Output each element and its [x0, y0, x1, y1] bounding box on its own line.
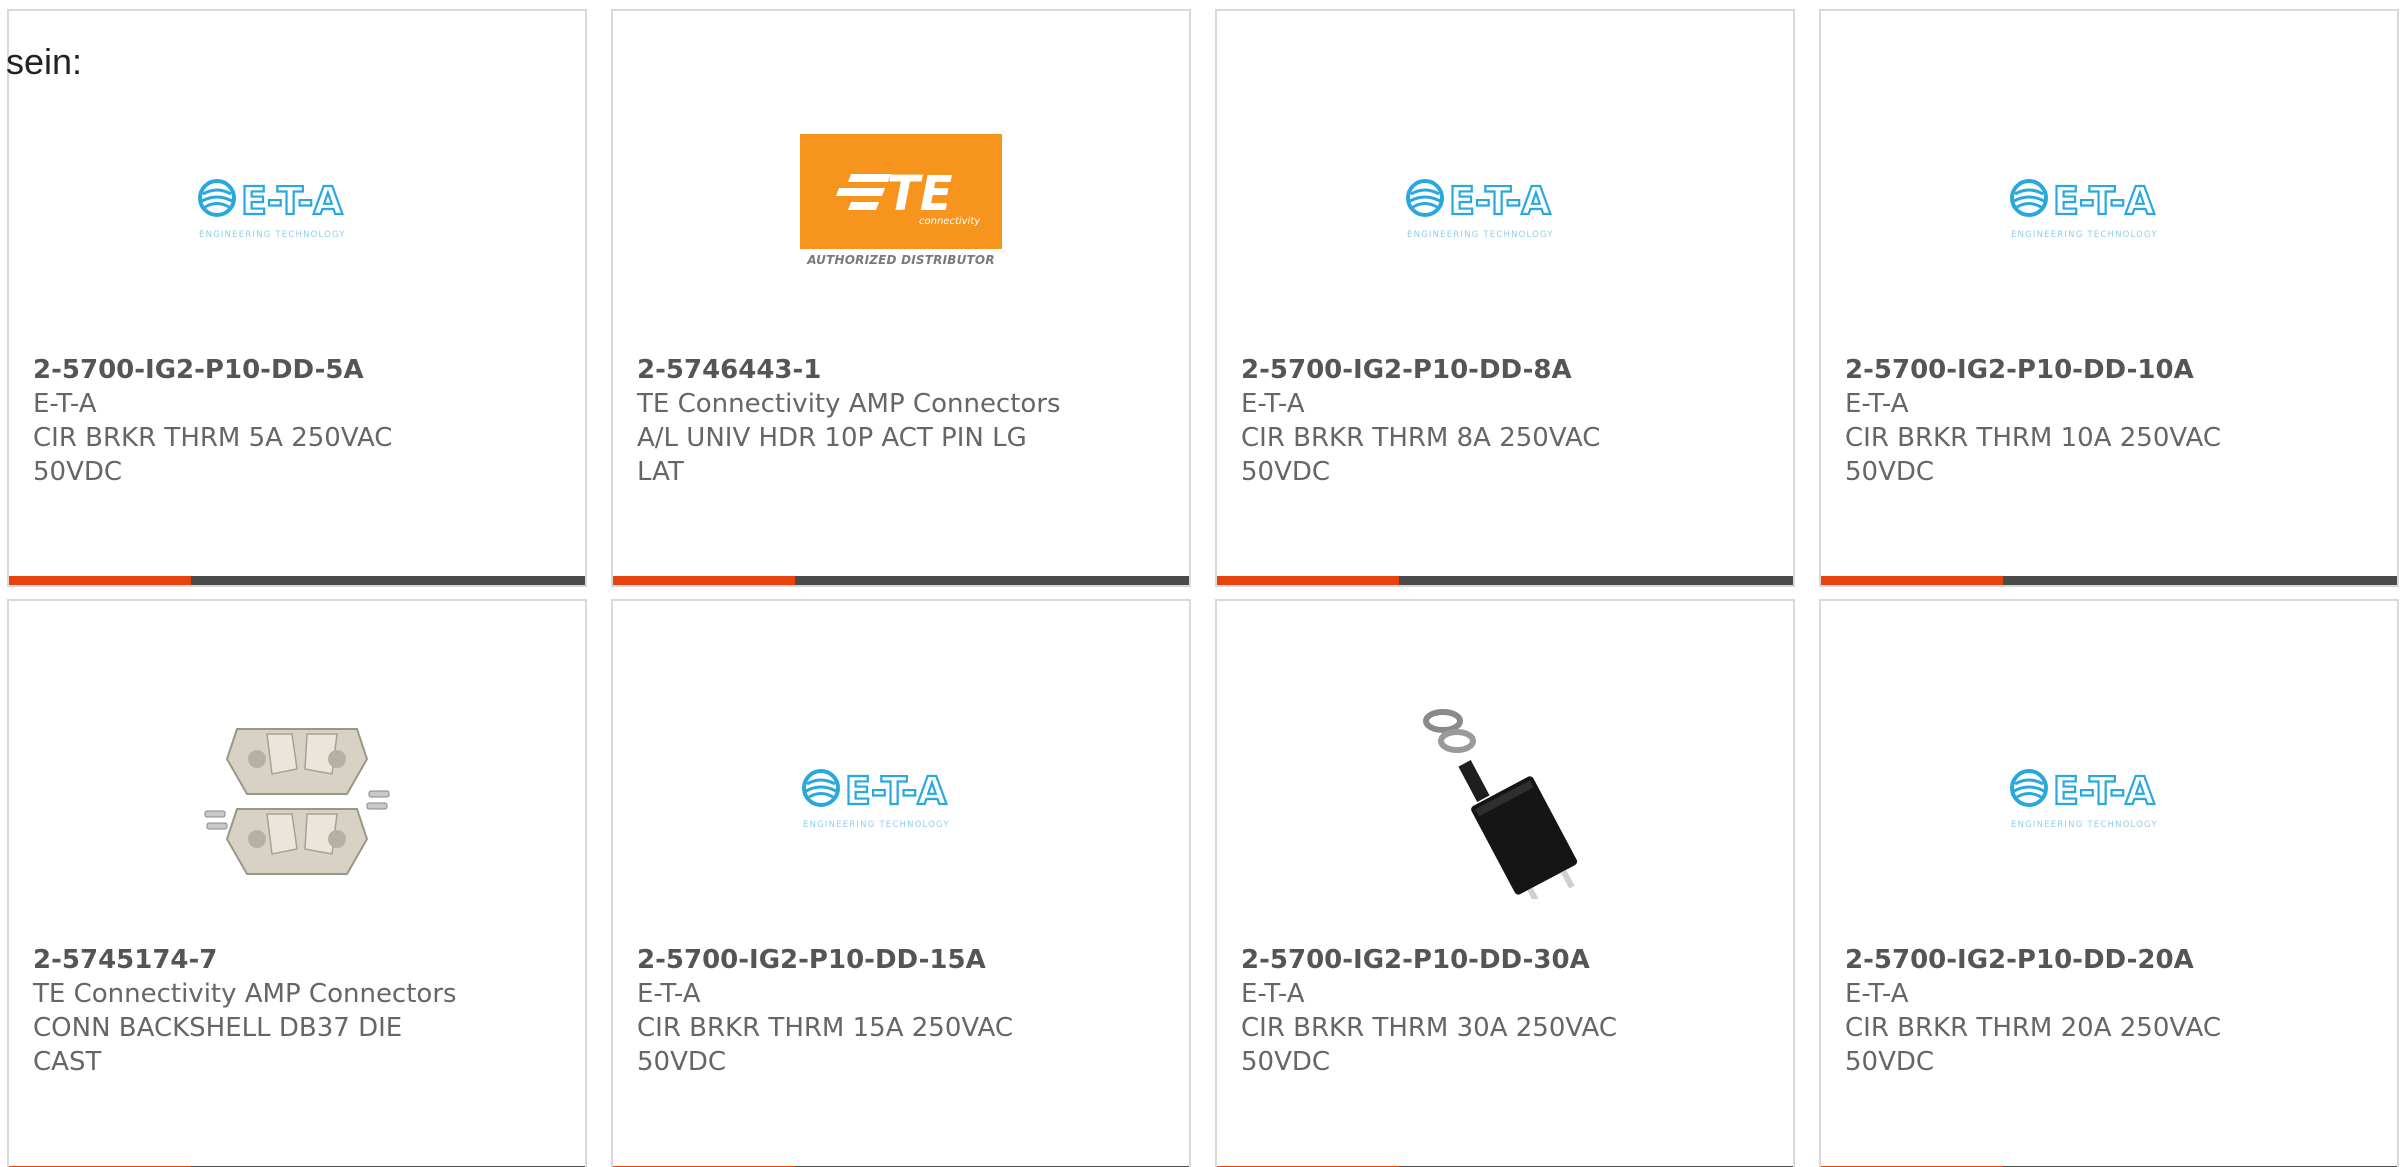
product-image: E-T-A ENGINEERING TECHNOLOGY: [798, 696, 1004, 902]
manufacturer: TE Connectivity AMP Connectors: [637, 389, 1061, 419]
description-line-2: 50VDC: [1845, 1047, 1935, 1077]
product-card-3[interactable]: E-T-A ENGINEERING TECHNOLOGY 2-5700-IG2-…: [1215, 9, 1795, 587]
eta-globe-icon: [2010, 179, 2048, 217]
part-number[interactable]: 2-5700-IG2-P10-DD-5A: [33, 353, 473, 387]
circuit-breaker-photo: [1405, 699, 1605, 899]
te-logo-sub: connectivity: [919, 216, 981, 227]
description-line-1: CIR BRKR THRM 15A 250VAC: [637, 1013, 1013, 1043]
eta-globe-icon: [198, 179, 236, 217]
manufacturer: E-T-A: [1845, 979, 1909, 1009]
description-line-2: 50VDC: [33, 457, 123, 487]
card-bottom-bar: [1217, 576, 1793, 585]
product-image: E-T-A ENGINEERING TECHNOLOGY: [2006, 696, 2212, 902]
card-bottom-bar-accent: [613, 576, 795, 585]
description-line-2: 50VDC: [1241, 1047, 1331, 1077]
eta-logo-name: E-T-A: [1449, 179, 1551, 223]
card-bottom-bar: [9, 576, 585, 585]
card-bottom-bar-accent: [9, 576, 191, 585]
product-info: 2-5700-IG2-P10-DD-15A E-T-A CIR BRKR THR…: [637, 943, 1077, 1079]
part-number[interactable]: 2-5700-IG2-P10-DD-8A: [1241, 353, 1681, 387]
te-logo: TE connectivity AUTHORIZED DISTRIBUTOR: [798, 134, 1004, 284]
product-card-7[interactable]: 2-5700-IG2-P10-DD-30A E-T-A CIR BRKR THR…: [1215, 599, 1795, 1167]
card-bottom-bar: [613, 576, 1189, 585]
product-image: [1402, 696, 1608, 902]
product-info: 2-5745174-7 TE Connectivity AMP Connecto…: [33, 943, 473, 1079]
product-grid: E-T-A ENGINEERING TECHNOLOGY 2-5700-IG2-…: [7, 9, 2399, 1167]
description-line-1: A/L UNIV HDR 10P ACT PIN LG: [637, 423, 1027, 453]
product-card-4[interactable]: E-T-A ENGINEERING TECHNOLOGY 2-5700-IG2-…: [1819, 9, 2399, 587]
manufacturer: E-T-A: [1845, 389, 1909, 419]
backshell-top-half: [225, 728, 369, 795]
eta-globe-icon: [802, 769, 840, 807]
product-card-5[interactable]: 2-5745174-7 TE Connectivity AMP Connecto…: [7, 599, 587, 1167]
eta-logo-name: E-T-A: [2053, 179, 2155, 223]
product-card-1[interactable]: E-T-A ENGINEERING TECHNOLOGY 2-5700-IG2-…: [7, 9, 587, 587]
te-logo-letters: TE: [887, 166, 953, 222]
product-info: 2-5700-IG2-P10-DD-5A E-T-A CIR BRKR THRM…: [33, 353, 473, 489]
description-line-2: 50VDC: [1845, 457, 1935, 487]
part-number[interactable]: 2-5745174-7: [33, 943, 473, 977]
eta-logo-tagline: ENGINEERING TECHNOLOGY: [1407, 230, 1554, 240]
product-image: E-T-A ENGINEERING TECHNOLOGY: [1402, 106, 1608, 312]
product-card-2[interactable]: TE connectivity AUTHORIZED DISTRIBUTOR 2…: [611, 9, 1191, 587]
product-card-8[interactable]: E-T-A ENGINEERING TECHNOLOGY 2-5700-IG2-…: [1819, 599, 2399, 1167]
product-image: E-T-A ENGINEERING TECHNOLOGY: [2006, 106, 2212, 312]
eta-globe-icon: [2010, 769, 2048, 807]
product-image: TE connectivity AUTHORIZED DISTRIBUTOR: [798, 106, 1004, 312]
backshell-bottom-half: [225, 808, 369, 875]
eta-logo-tagline: ENGINEERING TECHNOLOGY: [2011, 230, 2158, 240]
intro-text: sein:: [6, 41, 83, 82]
eta-logo-tagline: ENGINEERING TECHNOLOGY: [199, 230, 346, 240]
eta-logo-name: E-T-A: [2053, 769, 2155, 813]
product-info: 2-5700-IG2-P10-DD-30A E-T-A CIR BRKR THR…: [1241, 943, 1681, 1079]
eta-logo-name: E-T-A: [241, 179, 343, 223]
te-distributor-label: AUTHORIZED DISTRIBUTOR: [807, 253, 995, 267]
part-number[interactable]: 2-5700-IG2-P10-DD-15A: [637, 943, 1077, 977]
product-card-6[interactable]: E-T-A ENGINEERING TECHNOLOGY 2-5700-IG2-…: [611, 599, 1191, 1167]
product-info: 2-5700-IG2-P10-DD-8A E-T-A CIR BRKR THRM…: [1241, 353, 1681, 489]
description-line-1: CIR BRKR THRM 30A 250VAC: [1241, 1013, 1617, 1043]
eta-logo: E-T-A ENGINEERING TECHNOLOGY: [2010, 768, 2158, 830]
eta-logo: E-T-A ENGINEERING TECHNOLOGY: [2010, 178, 2158, 240]
manufacturer: E-T-A: [33, 389, 97, 419]
part-number[interactable]: 2-5700-IG2-P10-DD-10A: [1845, 353, 2285, 387]
eta-logo: E-T-A ENGINEERING TECHNOLOGY: [802, 768, 950, 830]
description-line-2: 50VDC: [637, 1047, 727, 1077]
product-info: 2-5700-IG2-P10-DD-20A E-T-A CIR BRKR THR…: [1845, 943, 2285, 1079]
description-line-1: CIR BRKR THRM 10A 250VAC: [1845, 423, 2221, 453]
part-number[interactable]: 2-5700-IG2-P10-DD-20A: [1845, 943, 2285, 977]
manufacturer: E-T-A: [637, 979, 701, 1009]
te-logo-mark: TE connectivity: [836, 166, 981, 227]
description-line-2: CAST: [33, 1047, 102, 1077]
eta-logo: E-T-A ENGINEERING TECHNOLOGY: [198, 178, 346, 240]
description-line-1: CIR BRKR THRM 20A 250VAC: [1845, 1013, 2221, 1043]
eta-logo-tagline: ENGINEERING TECHNOLOGY: [2011, 820, 2158, 830]
description-line-1: CONN BACKSHELL DB37 DIE: [33, 1013, 403, 1043]
product-info: 2-5746443-1 TE Connectivity AMP Connecto…: [637, 353, 1077, 489]
description-line-1: CIR BRKR THRM 8A 250VAC: [1241, 423, 1601, 453]
backshell-photo: [197, 699, 397, 899]
eta-logo-name: E-T-A: [845, 769, 947, 813]
description-line-1: CIR BRKR THRM 5A 250VAC: [33, 423, 393, 453]
product-info: 2-5700-IG2-P10-DD-10A E-T-A CIR BRKR THR…: [1845, 353, 2285, 489]
product-image: [194, 696, 400, 902]
card-bottom-bar-accent: [1821, 576, 2003, 585]
card-bottom-bar-accent: [1217, 576, 1399, 585]
eta-globe-icon: [1406, 179, 1444, 217]
manufacturer: E-T-A: [1241, 979, 1305, 1009]
part-number[interactable]: 2-5746443-1: [637, 353, 1077, 387]
card-bottom-bar: [1821, 576, 2397, 585]
page: sein: E-T-A ENGINEERING TECHNOLOGY 2-570…: [0, 0, 2400, 1167]
manufacturer: E-T-A: [1241, 389, 1305, 419]
manufacturer: TE Connectivity AMP Connectors: [33, 979, 457, 1009]
description-line-2: 50VDC: [1241, 457, 1331, 487]
eta-logo: E-T-A ENGINEERING TECHNOLOGY: [1406, 178, 1554, 240]
eta-logo-tagline: ENGINEERING TECHNOLOGY: [803, 820, 950, 830]
part-number[interactable]: 2-5700-IG2-P10-DD-30A: [1241, 943, 1681, 977]
description-line-2: LAT: [637, 457, 684, 487]
product-image: E-T-A ENGINEERING TECHNOLOGY: [194, 106, 400, 312]
